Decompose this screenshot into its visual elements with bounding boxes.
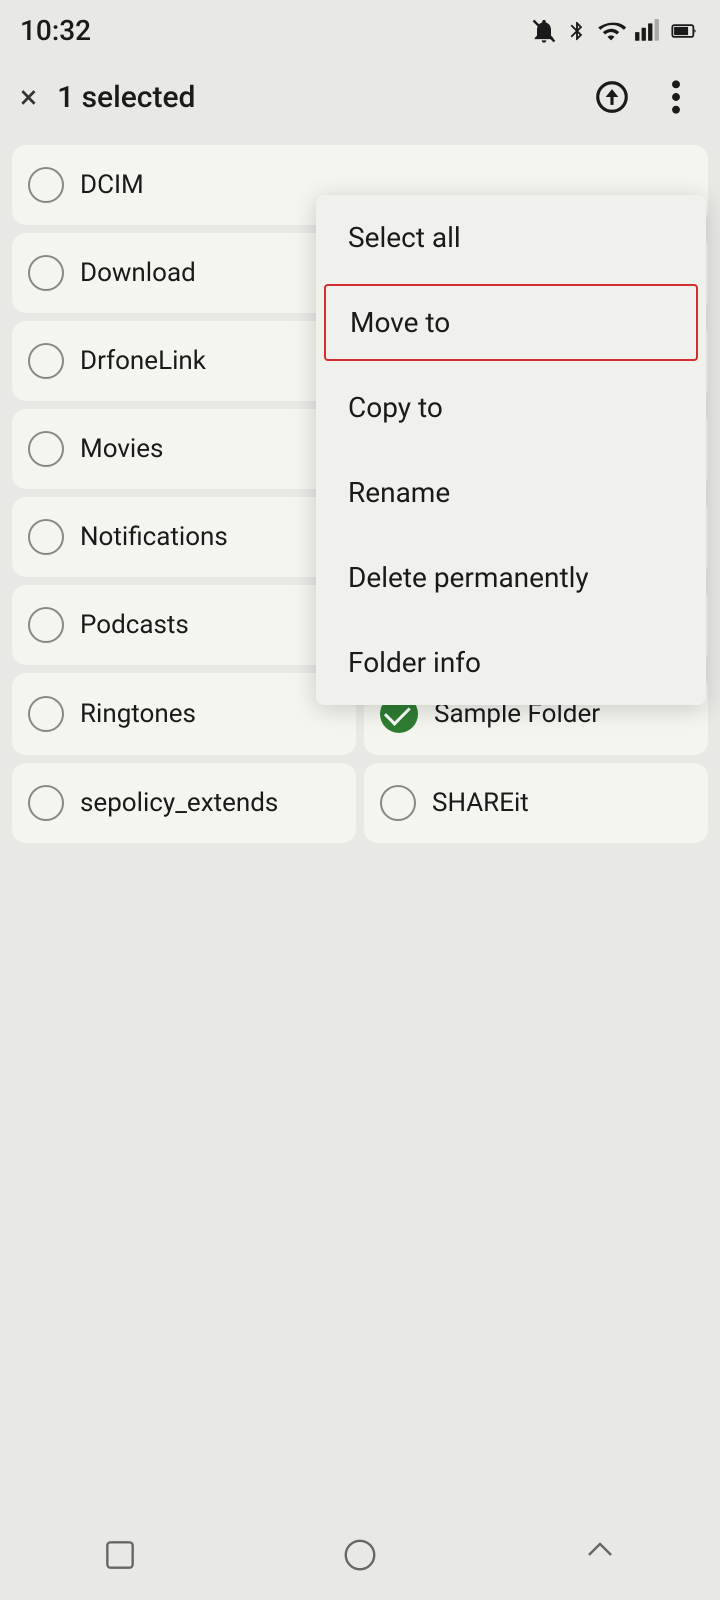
folder-name-sepolicy: sepolicy_extends — [80, 788, 278, 818]
status-time: 10:32 — [20, 14, 91, 47]
selected-label: 1 selected — [57, 80, 568, 115]
folder-item-shareit[interactable]: SHAREit — [364, 763, 708, 843]
wifi-icon — [596, 17, 626, 45]
radio-drfonelink — [28, 343, 64, 379]
status-icons — [530, 17, 700, 45]
radio-sepolicy — [28, 785, 64, 821]
signal-icon — [634, 17, 660, 45]
mute-icon — [530, 17, 558, 45]
nav-bar — [0, 1510, 720, 1600]
sync-icon[interactable] — [588, 73, 636, 121]
folder-name-ringtones: Ringtones — [80, 699, 196, 729]
radio-podcasts — [28, 607, 64, 643]
folder-item-notifications[interactable]: Notifications — [12, 497, 356, 577]
close-button[interactable]: × — [20, 81, 37, 113]
bluetooth-icon — [566, 17, 588, 45]
recents-button[interactable] — [570, 1525, 630, 1585]
folder-name-podcasts: Podcasts — [80, 610, 189, 640]
folder-item-sepolicy[interactable]: sepolicy_extends — [12, 763, 356, 843]
radio-shareit — [380, 785, 416, 821]
radio-download — [28, 255, 64, 291]
folder-name-download: Download — [80, 258, 196, 288]
status-bar: 10:32 — [0, 0, 720, 57]
context-menu: Select allMove toCopy toRenameDelete per… — [316, 195, 706, 705]
action-bar-icons — [588, 73, 700, 121]
folder-item-ringtones[interactable]: Ringtones — [12, 673, 356, 755]
back-button[interactable] — [330, 1525, 390, 1585]
radio-ringtones — [28, 696, 64, 732]
battery-icon — [668, 17, 700, 45]
folder-name-drfonelink: DrfoneLink — [80, 346, 206, 376]
radio-movies — [28, 431, 64, 467]
folder-name-dcim: DCIM — [80, 170, 144, 200]
menu-item-copy-to[interactable]: Copy to — [316, 365, 706, 450]
home-button[interactable] — [90, 1525, 150, 1585]
action-bar: × 1 selected — [0, 57, 720, 137]
menu-item-move-to[interactable]: Move to — [324, 284, 698, 361]
folder-name-movies: Movies — [80, 434, 163, 464]
more-options-button[interactable] — [652, 73, 700, 121]
folder-item-podcasts[interactable]: Podcasts — [12, 585, 356, 665]
menu-item-select-all[interactable]: Select all — [316, 195, 706, 280]
menu-item-folder-info[interactable]: Folder info — [316, 620, 706, 705]
folder-name-notifications: Notifications — [80, 522, 228, 552]
folder-name-shareit: SHAREit — [432, 788, 529, 818]
radio-dcim — [28, 167, 64, 203]
menu-item-rename[interactable]: Rename — [316, 450, 706, 535]
menu-item-delete-permanently[interactable]: Delete permanently — [316, 535, 706, 620]
radio-notifications — [28, 519, 64, 555]
